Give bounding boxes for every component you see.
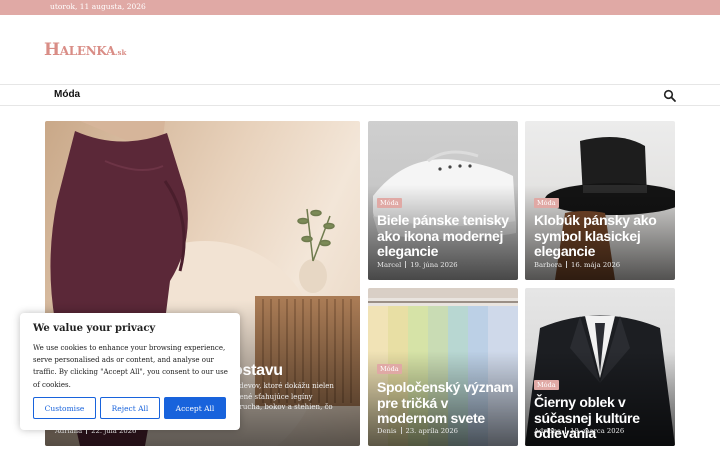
meta-separator bbox=[565, 427, 567, 434]
author-name[interactable]: Adriana bbox=[534, 427, 561, 435]
category-badge[interactable]: Móda bbox=[377, 198, 402, 208]
article-card[interactable]: Móda Biele pánske tenisky ako ikona mode… bbox=[368, 121, 518, 280]
article-title[interactable]: Biele pánske tenisky ako ikona modernej … bbox=[377, 212, 517, 260]
post-date: 18. marca 2026 bbox=[570, 427, 625, 435]
article-meta: Marcel 19. júna 2026 bbox=[377, 261, 458, 269]
reject-all-button[interactable]: Reject All bbox=[100, 397, 160, 419]
current-date: utorok, 11 augusta, 2026 bbox=[50, 2, 146, 11]
site-header: Halenka.sk bbox=[0, 15, 720, 85]
accept-all-button[interactable]: Accept All bbox=[164, 397, 226, 419]
article-meta: Denis 23. apríla 2026 bbox=[377, 427, 458, 435]
main-nav: Móda bbox=[0, 86, 720, 106]
article-card[interactable]: Móda Spoločenský význam pre tričká v mod… bbox=[368, 288, 518, 446]
category-badge[interactable]: Móda bbox=[534, 198, 559, 208]
post-date: 23. apríla 2026 bbox=[405, 427, 458, 435]
category-badge[interactable]: Móda bbox=[377, 364, 402, 374]
article-meta: Barbora 16. mája 2026 bbox=[534, 261, 620, 269]
meta-separator bbox=[405, 261, 407, 268]
featured-article-title[interactable]: ostavu bbox=[233, 363, 283, 379]
post-date: 16. mája 2026 bbox=[571, 261, 621, 269]
article-title[interactable]: Spoločenský význam pre tričká v modernom… bbox=[377, 379, 517, 427]
article-meta: Adriana 18. marca 2026 bbox=[534, 427, 624, 435]
author-name[interactable]: Marcel bbox=[377, 261, 401, 269]
search-icon[interactable] bbox=[663, 89, 677, 103]
customise-button[interactable]: Customise bbox=[33, 397, 96, 419]
excerpt-line: odevov, ktoré dokážu nielen bbox=[235, 382, 334, 390]
logo-tld: .sk bbox=[115, 48, 127, 57]
article-title[interactable]: Klobúk pánsky ako symbol klasickej elega… bbox=[534, 212, 674, 260]
excerpt-line: brucha, bokov a stehien, čo bbox=[235, 403, 333, 411]
cookie-title: We value your privacy bbox=[33, 323, 156, 334]
logo-name: Halenka bbox=[44, 40, 116, 60]
meta-separator bbox=[400, 427, 402, 434]
category-badge[interactable]: Móda bbox=[534, 380, 559, 390]
author-name[interactable]: Barbora bbox=[534, 261, 562, 269]
author-name[interactable]: Denis bbox=[377, 427, 397, 435]
excerpt-line: bené sťahujúce legíny bbox=[235, 392, 313, 401]
top-bar: utorok, 11 augusta, 2026 bbox=[0, 0, 720, 15]
nav-item-moda[interactable]: Móda bbox=[54, 89, 80, 100]
featured-article-excerpt: odevov, ktoré dokážu nielen bené sťahujú… bbox=[235, 381, 334, 413]
post-date: 19. júna 2026 bbox=[410, 261, 458, 269]
meta-separator bbox=[566, 261, 568, 268]
article-card[interactable]: Móda Klobúk pánsky ako symbol klasickej … bbox=[525, 121, 675, 280]
cookie-consent-banner: We value your privacy We use cookies to … bbox=[20, 313, 240, 430]
article-card[interactable]: Móda Čierny oblek v súčasnej kultúre odi… bbox=[525, 288, 675, 446]
cookie-text: We use cookies to enhance your browsing … bbox=[33, 344, 228, 389]
site-logo[interactable]: Halenka.sk bbox=[44, 40, 126, 60]
